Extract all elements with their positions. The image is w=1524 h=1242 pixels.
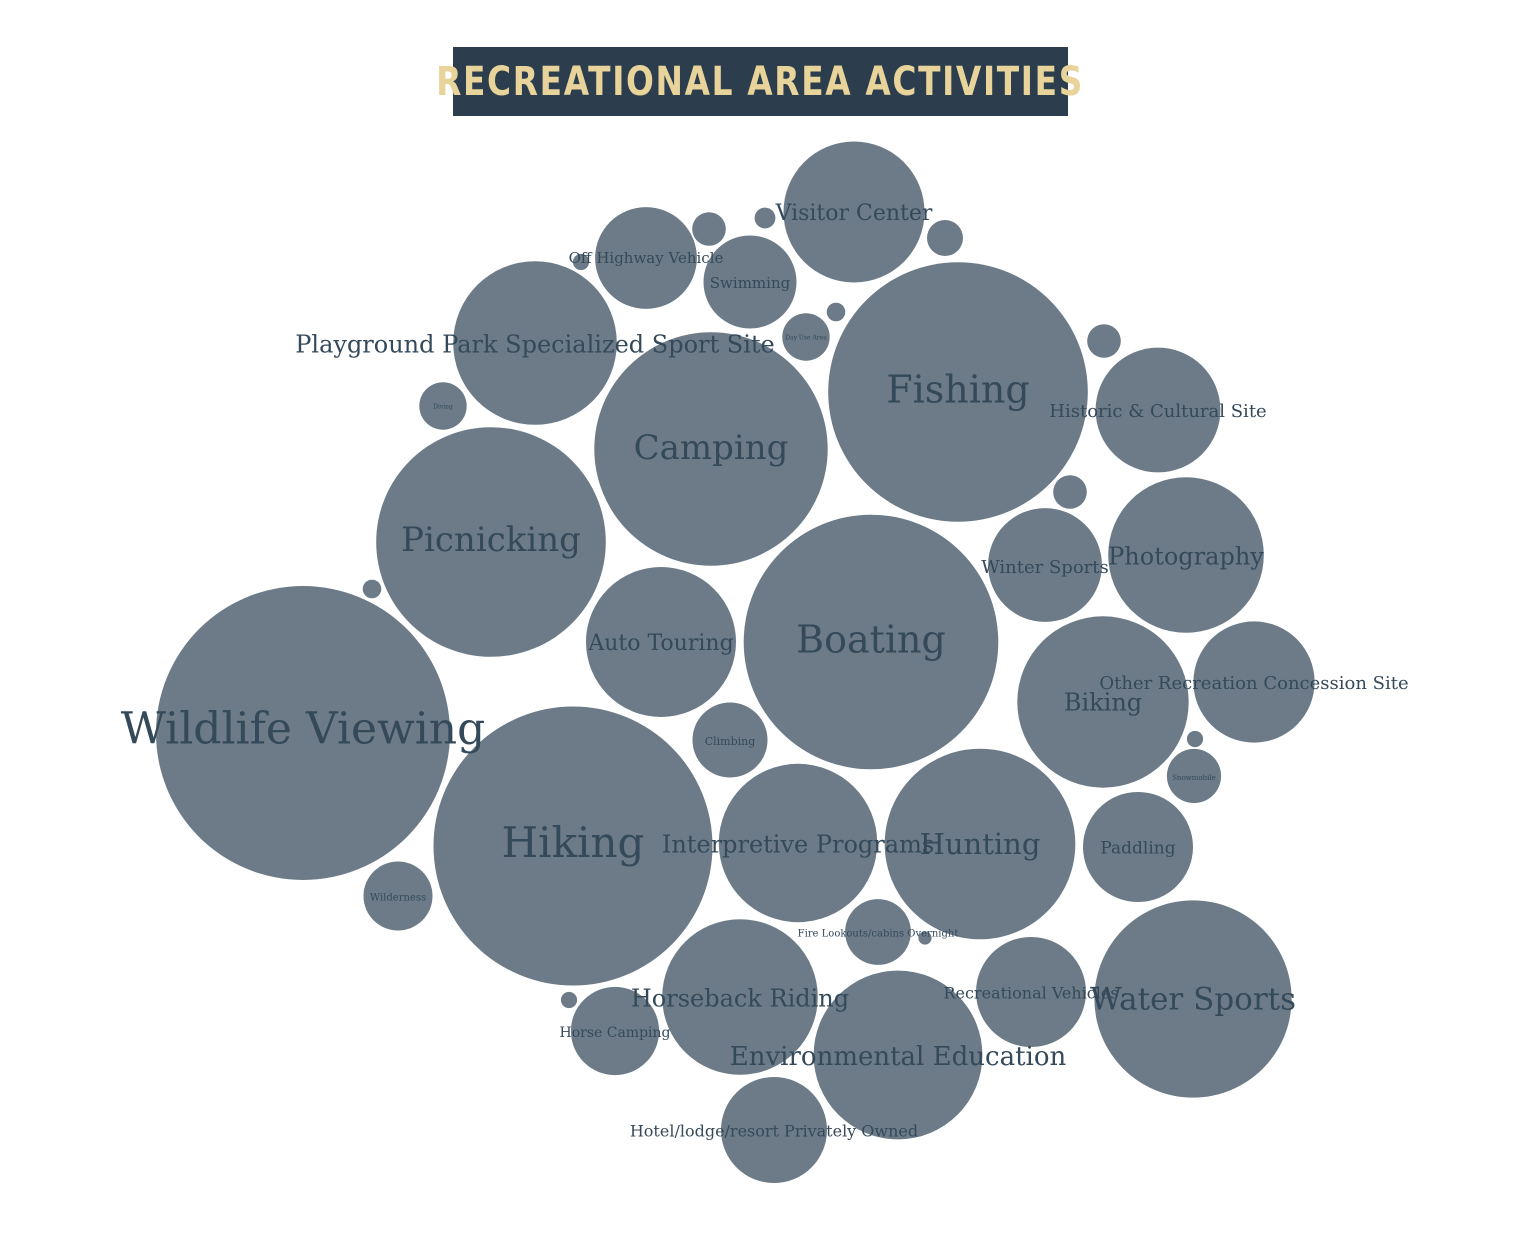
bubble-label: Camping: [634, 428, 789, 468]
bubble-label: Water Sports: [1090, 982, 1296, 1018]
bubble: [362, 579, 382, 599]
bubble-label: Horseback Riding: [631, 985, 849, 1013]
bubble: [754, 207, 776, 229]
bubble-label: Hotel/lodge/resort Privately Owned: [630, 1122, 918, 1141]
bubble-label: Day Use Area: [785, 335, 827, 342]
bubble: [1063, 485, 1077, 499]
bubble-label: Fishing: [886, 368, 1029, 412]
bubble-label: Other Recreation Concession Site: [1099, 673, 1408, 694]
bubble-label: Visitor Center: [775, 201, 933, 226]
bubble-label: Historic & Cultural Site: [1049, 401, 1266, 422]
bubble-label: Recreational Vehicles: [943, 984, 1118, 1003]
bubble-label: Photography: [1108, 543, 1264, 571]
bubble-label: Diving: [433, 404, 453, 411]
bubble-label: Horse Camping: [559, 1025, 670, 1041]
bubble-label: Environmental Education: [730, 1042, 1067, 1072]
bubble-label: Snowmobile: [1172, 774, 1215, 782]
bubble-label: Climbing: [705, 735, 756, 748]
bubble-label: Fire Lookouts/cabins Overnight: [798, 929, 959, 940]
bubble-chart: Wildlife Viewing Hiking Boating Fishing Camp…: [121, 141, 1409, 1183]
bubble: [826, 302, 846, 322]
bubble-label: Playground Park Specialized Sport Site: [295, 331, 775, 359]
bubble-label: Picnicking: [401, 520, 581, 560]
bubble-label: Wildlife Viewing: [121, 704, 486, 755]
bubble-label: Interpretive Programs: [662, 831, 934, 859]
bubble: [560, 991, 578, 1009]
bubble: [1087, 324, 1121, 358]
bubble-label: Wilderness: [370, 893, 426, 904]
bubble-label: Winter Sports: [981, 557, 1109, 578]
bubble-label: Hiking: [502, 818, 645, 867]
bubble-group: [156, 141, 1315, 1183]
bubble-label: Paddling: [1100, 839, 1175, 859]
bubble-label: Boating: [796, 618, 946, 662]
bubble-label: Hunting: [920, 827, 1041, 861]
bubble: [1186, 730, 1204, 748]
bubble-label: Auto Touring: [587, 631, 733, 656]
bubble: [692, 212, 726, 246]
bubble-label: Swimming: [710, 274, 791, 292]
bubble-label: Off Highway Vehicle: [569, 249, 724, 267]
